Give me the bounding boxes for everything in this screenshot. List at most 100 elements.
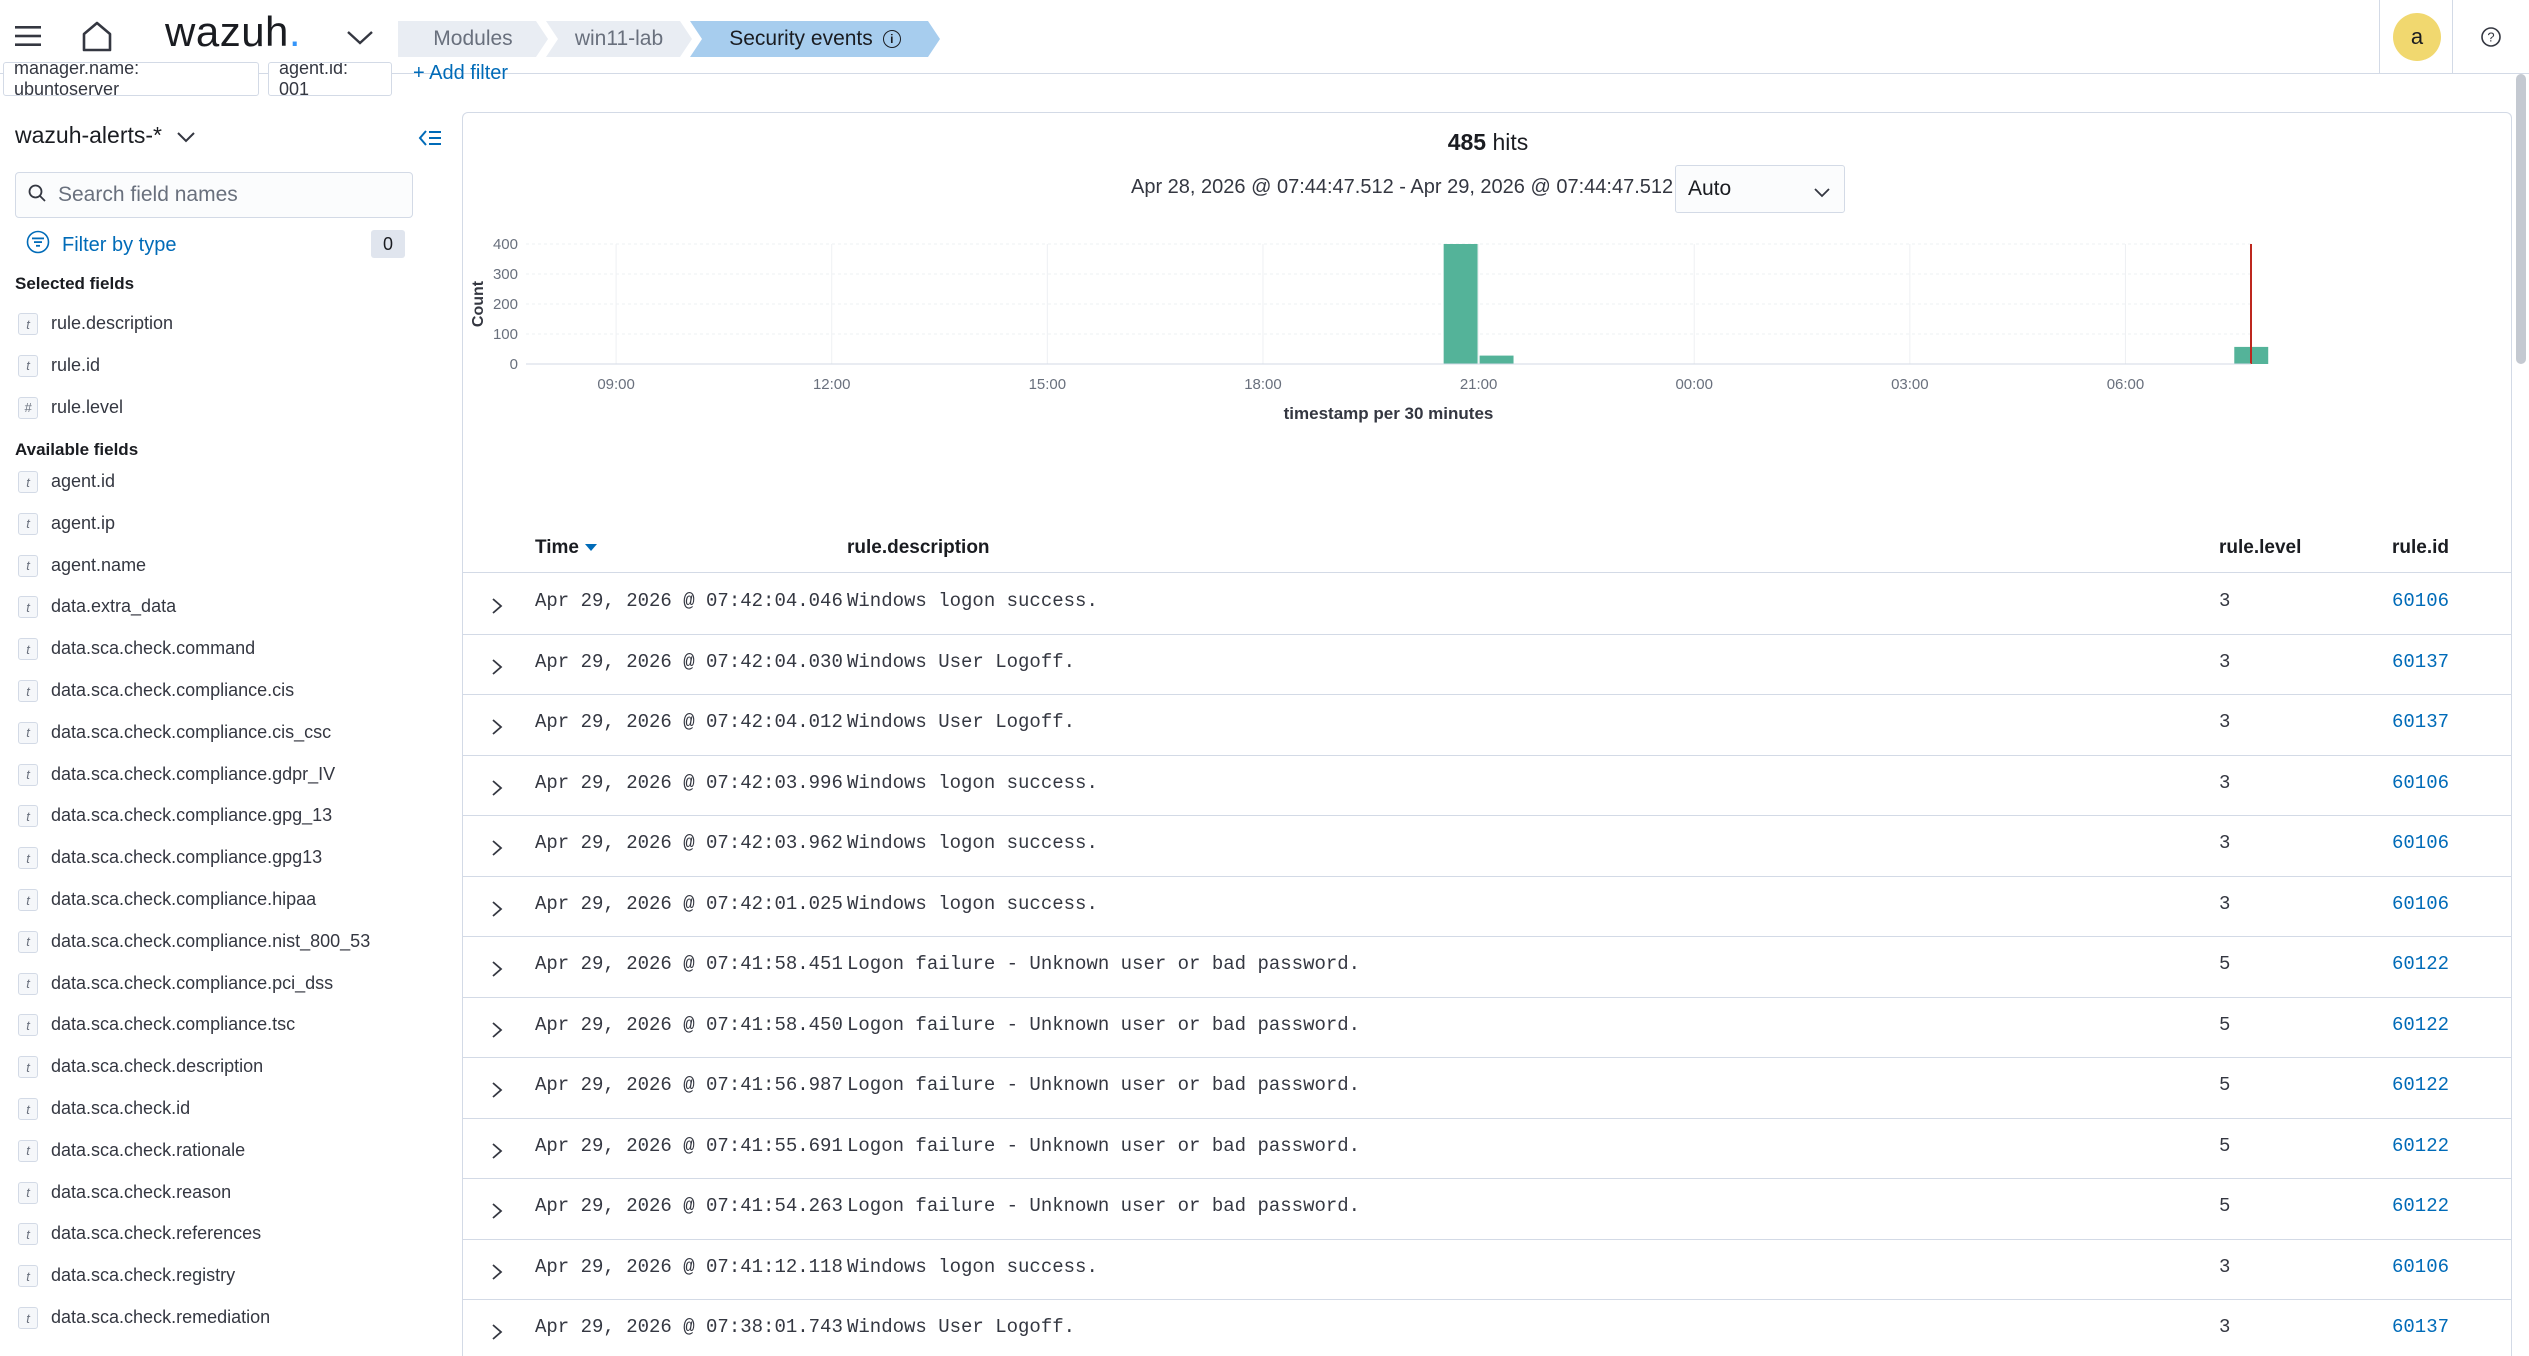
field-item[interactable]: t data.sca.check.reason xyxy=(18,1181,438,1204)
chevron-right-icon[interactable] xyxy=(483,713,511,741)
field-item[interactable]: t data.sca.check.command xyxy=(18,637,438,661)
field-item[interactable]: t data.sca.check.compliance.tsc xyxy=(18,1013,438,1037)
index-pattern-selector[interactable]: wazuh-alerts-* xyxy=(15,122,196,149)
home-icon[interactable] xyxy=(72,12,122,60)
cell-rule-id[interactable]: 60106 xyxy=(2392,832,2449,854)
chevron-right-icon[interactable] xyxy=(483,1016,511,1044)
filter-pill-agent[interactable]: agent.id: 001 xyxy=(268,62,392,96)
wazuh-logo[interactable]: wazuh. xyxy=(165,8,301,56)
cell-rule-id[interactable]: 60122 xyxy=(2392,1074,2449,1096)
page-scrollbar[interactable] xyxy=(2516,74,2526,364)
string-type-icon: t xyxy=(18,1265,38,1288)
info-icon[interactable]: i xyxy=(883,30,901,48)
column-header-time[interactable]: Time xyxy=(535,537,598,559)
chevron-right-icon[interactable] xyxy=(483,1318,511,1346)
breadcrumb-modules[interactable]: Modules xyxy=(398,21,548,57)
field-item[interactable]: t data.sca.check.compliance.pci_dss xyxy=(18,972,438,995)
cell-time: Apr 29, 2026 @ 07:42:04.046 xyxy=(535,590,843,612)
breadcrumb-current-label: Security events xyxy=(729,27,873,50)
chevron-right-icon[interactable] xyxy=(483,1258,511,1286)
table-row: Apr 29, 2026 @ 07:41:56.987 Logon failure… xyxy=(463,1058,2511,1119)
field-item[interactable]: t data.sca.check.description xyxy=(18,1055,438,1079)
field-item[interactable]: t agent.name xyxy=(18,554,438,577)
chevron-right-icon[interactable] xyxy=(483,653,511,681)
sort-descending-icon xyxy=(585,544,598,552)
field-item[interactable]: t data.sca.check.compliance.gpg_13 xyxy=(18,804,438,828)
table-row: Apr 29, 2026 @ 07:42:03.962 Windows logon… xyxy=(463,816,2511,877)
string-type-icon: t xyxy=(18,638,38,661)
field-item[interactable]: t data.sca.check.compliance.cis xyxy=(18,679,438,702)
field-name: data.sca.check.references xyxy=(51,1223,262,1244)
cell-level: 5 xyxy=(2219,1074,2231,1096)
header-divider xyxy=(2452,0,2453,74)
chevron-right-icon[interactable] xyxy=(483,774,511,802)
cell-rule-id[interactable]: 60122 xyxy=(2392,953,2449,975)
string-type-icon: t xyxy=(18,313,38,335)
chevron-right-icon[interactable] xyxy=(483,1076,511,1104)
field-name: data.sca.check.remediation xyxy=(51,1307,271,1327)
field-item[interactable]: t data.sca.check.id xyxy=(18,1097,438,1120)
cell-rule-id[interactable]: 60106 xyxy=(2392,772,2449,794)
cell-rule-id[interactable]: 60122 xyxy=(2392,1135,2449,1157)
cell-rule-id[interactable]: 60137 xyxy=(2392,1316,2449,1338)
chevron-right-icon[interactable] xyxy=(483,1197,511,1225)
cell-rule-id[interactable]: 60122 xyxy=(2392,1014,2449,1036)
chevron-right-icon[interactable] xyxy=(483,895,511,923)
cell-rule-id[interactable]: 60122 xyxy=(2392,1195,2449,1217)
field-item[interactable]: t rule.description xyxy=(18,312,438,335)
chevron-right-icon[interactable] xyxy=(483,592,511,620)
string-type-icon: t xyxy=(18,471,38,493)
string-type-icon: t xyxy=(18,1223,38,1246)
chevron-right-icon[interactable] xyxy=(483,834,511,862)
chevron-down-icon[interactable] xyxy=(338,18,382,58)
field-search-input[interactable] xyxy=(58,183,388,207)
y-tick-label: 100 xyxy=(493,326,518,343)
field-item[interactable]: t agent.id xyxy=(18,470,438,493)
cell-level: 3 xyxy=(2219,590,2231,612)
x-axis-label: timestamp per 30 minutes xyxy=(1284,404,1494,423)
cell-rule-id[interactable]: 60137 xyxy=(2392,651,2449,673)
field-item[interactable]: t data.sca.check.compliance.nist_800_53 xyxy=(18,930,438,953)
field-item[interactable]: t data.sca.check.registry xyxy=(18,1264,438,1288)
field-item[interactable]: t data.sca.check.compliance.gdpr_IV xyxy=(18,763,438,786)
cell-rule-id[interactable]: 60106 xyxy=(2392,1256,2449,1278)
filter-by-type-button[interactable]: Filter by type xyxy=(26,230,176,260)
field-name: data.sca.check.reason xyxy=(51,1181,232,1202)
breadcrumb-agent[interactable]: win11-lab xyxy=(546,21,692,57)
help-icon[interactable]: ? xyxy=(2472,18,2510,56)
add-filter-link[interactable]: + Add filter xyxy=(413,62,508,85)
collapse-sidebar-icon[interactable] xyxy=(412,122,448,154)
table-row: Apr 29, 2026 @ 07:42:04.046 Windows logon… xyxy=(463,574,2511,635)
column-header-description[interactable]: rule.description xyxy=(847,537,990,559)
menu-icon[interactable] xyxy=(6,14,50,58)
field-item[interactable]: t rule.id xyxy=(18,354,438,377)
interval-select[interactable]: Auto xyxy=(1675,165,1845,213)
x-tick-label: 00:00 xyxy=(1675,376,1713,393)
field-item[interactable]: t data.sca.check.remediation xyxy=(18,1306,438,1329)
histogram-bar xyxy=(1443,244,1478,364)
cell-rule-id[interactable]: 60106 xyxy=(2392,590,2449,612)
column-header-level[interactable]: rule.level xyxy=(2219,537,2301,559)
x-tick-label: 15:00 xyxy=(1029,376,1067,393)
events-table-body: Apr 29, 2026 @ 07:42:04.046 Windows logon… xyxy=(463,574,2511,1356)
field-item[interactable]: t data.sca.check.compliance.hipaa xyxy=(18,888,438,911)
field-item[interactable]: t data.sca.check.compliance.gpg13 xyxy=(18,846,438,870)
table-header: Time rule.description rule.level rule.id xyxy=(463,523,2511,573)
cell-rule-id[interactable]: 60106 xyxy=(2392,893,2449,915)
avatar[interactable]: a xyxy=(2393,13,2441,61)
cell-rule-id[interactable]: 60137 xyxy=(2392,711,2449,733)
column-header-id[interactable]: rule.id xyxy=(2392,537,2449,559)
y-tick-label: 0 xyxy=(510,356,518,373)
field-item[interactable]: # rule.level xyxy=(18,396,438,419)
filter-pill-manager[interactable]: manager.name: ubuntoserver xyxy=(3,62,259,96)
chevron-right-icon[interactable] xyxy=(483,1137,511,1165)
field-item[interactable]: t data.sca.check.references xyxy=(18,1222,438,1246)
field-item[interactable]: t data.extra_data xyxy=(18,595,438,619)
chevron-right-icon[interactable] xyxy=(483,955,511,983)
field-item[interactable]: t data.sca.check.rationale xyxy=(18,1139,438,1162)
field-item[interactable]: t agent.ip xyxy=(18,512,438,535)
filter-icon xyxy=(26,230,50,260)
field-item[interactable]: t data.sca.check.compliance.cis_csc xyxy=(18,721,438,744)
string-type-icon: t xyxy=(18,1098,38,1120)
cell-level: 3 xyxy=(2219,1255,2231,1278)
